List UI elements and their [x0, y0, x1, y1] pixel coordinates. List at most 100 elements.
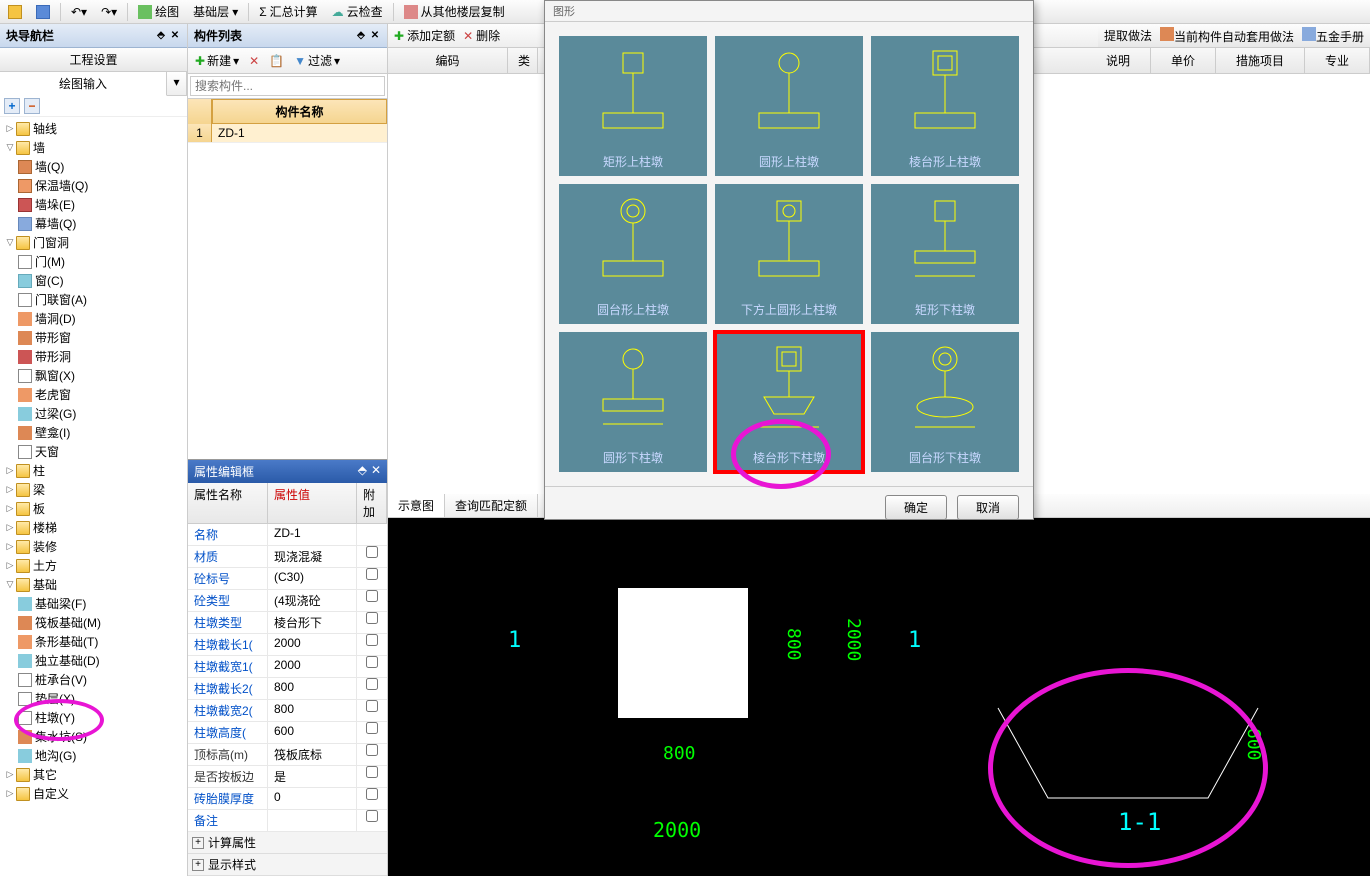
ok-button[interactable]: 确定 [885, 495, 947, 520]
undo-icon[interactable]: ↶▾ [67, 3, 91, 21]
cloud-check-button[interactable]: ☁云检查 [328, 1, 387, 22]
tree-iso-found[interactable]: 独立基础(D) [0, 651, 187, 670]
cancel-button[interactable]: 取消 [957, 495, 1019, 520]
prop-row[interactable]: 砼标号(C30) [188, 568, 387, 590]
draw-button[interactable]: 绘图 [134, 1, 183, 22]
tree-other[interactable]: ▷其它 [0, 765, 187, 784]
prop-row[interactable]: 柱墩截宽1(2000 [188, 656, 387, 678]
pin-icon[interactable]: ⬘ [355, 30, 367, 42]
copy-from-button[interactable]: 从其他楼层复制 [400, 1, 509, 22]
tree-stair[interactable]: ▷楼梯 [0, 518, 187, 537]
prop-row[interactable]: 砼类型(4现浇砼 [188, 590, 387, 612]
save-icon[interactable] [32, 3, 54, 21]
manual-button[interactable]: 五金手册 [1302, 27, 1364, 45]
shape-option[interactable]: 矩形上柱墩 [559, 36, 707, 176]
group-calc[interactable]: +计算属性 [188, 832, 387, 854]
redo-icon[interactable]: ↷▾ [97, 3, 121, 21]
auto-apply-button[interactable]: 当前构件自动套用做法 [1160, 27, 1294, 45]
prop-row[interactable]: 备注 [188, 810, 387, 832]
tab-draw-input[interactable]: 绘图输入 [0, 72, 167, 96]
addon-checkbox[interactable] [366, 810, 378, 822]
copy-icon[interactable]: 📋 [266, 53, 287, 69]
layer-dropdown[interactable]: 基础层 ▾ [189, 1, 242, 22]
delete-button[interactable]: ✕删除 [463, 27, 500, 44]
tree-found-beam[interactable]: 基础梁(F) [0, 594, 187, 613]
tree-slab[interactable]: ▷板 [0, 499, 187, 518]
prop-row[interactable]: 柱墩截长2(800 [188, 678, 387, 700]
addon-checkbox[interactable] [366, 634, 378, 646]
tree-pit[interactable]: 集水坑(S) [0, 727, 187, 746]
tab-schematic[interactable]: 示意图 [388, 494, 445, 517]
prop-row[interactable]: 砖胎膜厚度0 [188, 788, 387, 810]
tree-wall-hole[interactable]: 墙洞(D) [0, 309, 187, 328]
add-quota-button[interactable]: ✚添加定额 [394, 27, 455, 44]
filter-button[interactable]: ▼过滤▾ [291, 51, 343, 70]
group-display[interactable]: +显示样式 [188, 854, 387, 876]
tree-wall-q[interactable]: 墙(Q) [0, 157, 187, 176]
tree-axis[interactable]: ▷轴线 [0, 119, 187, 138]
tree-bedding[interactable]: 垫层(X) [0, 689, 187, 708]
tree-column[interactable]: ▷柱 [0, 461, 187, 480]
tree-strip-found[interactable]: 条形基础(T) [0, 632, 187, 651]
tree-beam[interactable]: ▷梁 [0, 480, 187, 499]
shape-option[interactable]: 棱台形下柱墩 [715, 332, 863, 472]
tree-finish[interactable]: ▷装修 [0, 537, 187, 556]
addon-checkbox[interactable] [366, 678, 378, 690]
prop-row[interactable]: 柱墩截长1(2000 [188, 634, 387, 656]
shape-option[interactable]: 棱台形上柱墩 [871, 36, 1019, 176]
addon-checkbox[interactable] [366, 568, 378, 580]
collapse-all-button[interactable]: − [24, 98, 40, 114]
tree-strip-win[interactable]: 带形窗 [0, 328, 187, 347]
project-settings[interactable]: 工程设置 [0, 48, 187, 72]
tree-old-win[interactable]: 老虎窗 [0, 385, 187, 404]
close-icon[interactable]: ✕ [369, 30, 381, 42]
tree-wall[interactable]: ▽墙 [0, 138, 187, 157]
addon-checkbox[interactable] [366, 722, 378, 734]
shape-option[interactable]: 圆台形下柱墩 [871, 332, 1019, 472]
extract-button[interactable]: 提取做法 [1104, 27, 1152, 44]
tree-raft[interactable]: 筏板基础(M) [0, 613, 187, 632]
expand-all-button[interactable]: + [4, 98, 20, 114]
shape-option[interactable]: 圆形上柱墩 [715, 36, 863, 176]
tab-dropdown[interactable]: ▾ [167, 72, 187, 95]
prop-row[interactable]: 是否按板边是 [188, 766, 387, 788]
tree-pile-cap[interactable]: 桩承台(V) [0, 670, 187, 689]
addon-checkbox[interactable] [366, 744, 378, 756]
tree-skylight[interactable]: 天窗 [0, 442, 187, 461]
prop-row[interactable]: 顶标高(m)筏板底标 [188, 744, 387, 766]
tree-curtain[interactable]: 幕墙(Q) [0, 214, 187, 233]
tree-earth[interactable]: ▷土方 [0, 556, 187, 575]
tree-door-m[interactable]: 门(M) [0, 252, 187, 271]
tree-pier[interactable]: 柱墩(Y) [0, 708, 187, 727]
prop-row[interactable]: 材质现浇混凝 [188, 546, 387, 568]
close-icon[interactable]: ✕ [169, 30, 181, 42]
tree-door[interactable]: ▽门窗洞 [0, 233, 187, 252]
prop-row[interactable]: 柱墩类型棱台形下 [188, 612, 387, 634]
addon-checkbox[interactable] [366, 766, 378, 778]
shape-option[interactable]: 圆台形上柱墩 [559, 184, 707, 324]
delete-icon[interactable]: ✕ [246, 53, 262, 69]
tree-lintel[interactable]: 过梁(G) [0, 404, 187, 423]
addon-checkbox[interactable] [366, 656, 378, 668]
pin-icon[interactable]: ⬘ [358, 463, 367, 477]
addon-checkbox[interactable] [366, 612, 378, 624]
shape-option[interactable]: 矩形下柱墩 [871, 184, 1019, 324]
prop-row[interactable]: 名称ZD-1 [188, 524, 387, 546]
tab-match-quota[interactable]: 查询匹配定额 [445, 494, 538, 517]
shape-option[interactable]: 下方上圆形上柱墩 [715, 184, 863, 324]
new-button[interactable]: ✚新建▾ [192, 51, 242, 70]
sum-button[interactable]: Σ 汇总计算 [255, 1, 321, 22]
tree-trench[interactable]: 地沟(G) [0, 746, 187, 765]
tree-custom[interactable]: ▷自定义 [0, 784, 187, 803]
shape-option[interactable]: 圆形下柱墩 [559, 332, 707, 472]
tree-window-c[interactable]: 窗(C) [0, 271, 187, 290]
tree-bay-win[interactable]: 飘窗(X) [0, 366, 187, 385]
search-input[interactable] [190, 76, 385, 96]
tree-strip-hole[interactable]: 带形洞 [0, 347, 187, 366]
tree-niche[interactable]: 壁龛(I) [0, 423, 187, 442]
list-row[interactable]: 1 ZD-1 [188, 124, 387, 143]
addon-checkbox[interactable] [366, 788, 378, 800]
tree-wall-duo[interactable]: 墙垛(E) [0, 195, 187, 214]
addon-checkbox[interactable] [366, 546, 378, 558]
addon-checkbox[interactable] [366, 590, 378, 602]
